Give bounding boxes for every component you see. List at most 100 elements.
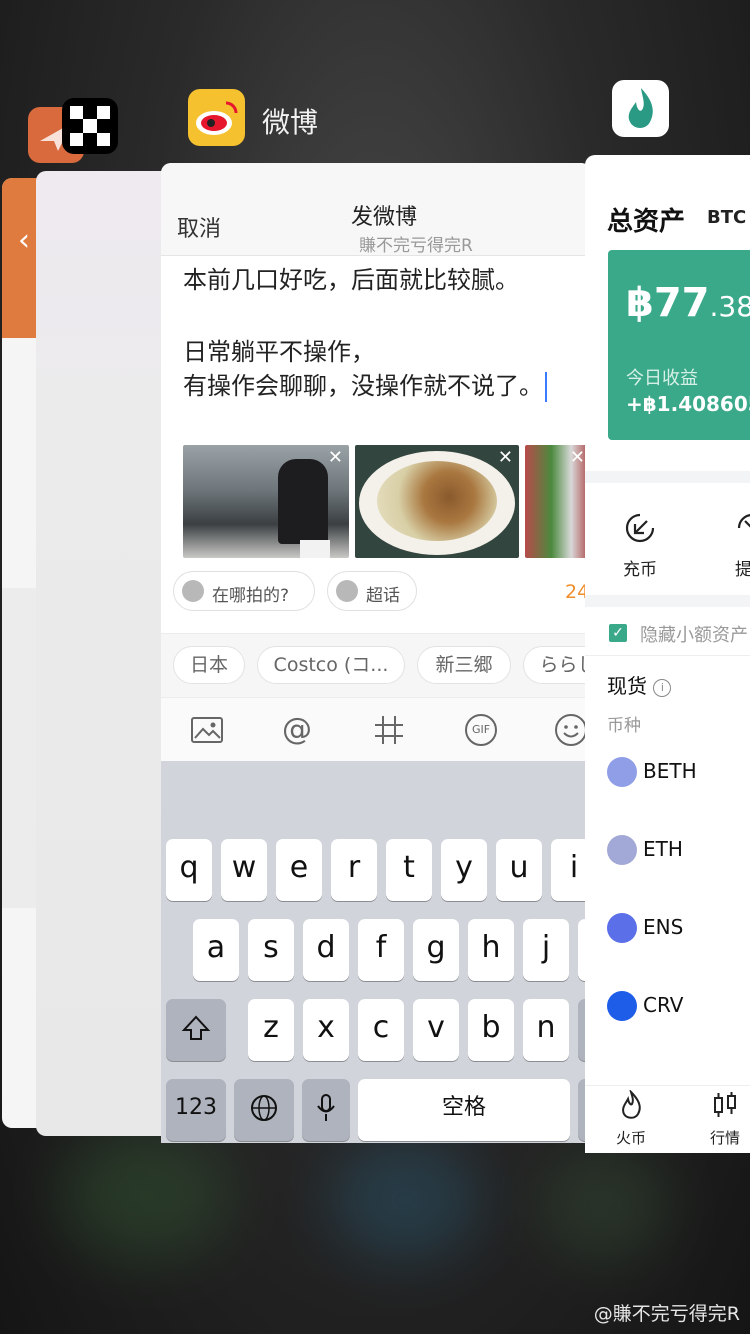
image-icon[interactable]: [189, 712, 225, 748]
app-icon-okx[interactable]: [62, 98, 118, 154]
app-icon-huobi[interactable]: [612, 80, 669, 137]
eth-icon: [607, 835, 637, 865]
photo-apron: [300, 540, 330, 558]
location-pill[interactable]: 在哪拍的?: [173, 571, 315, 611]
key-t[interactable]: t: [386, 839, 432, 901]
background-blur: [540, 1150, 670, 1260]
flame-icon: [601, 1088, 661, 1127]
balance-card: ฿77.389 今日收益 +฿1.4086055: [608, 250, 750, 440]
super-topic-label: 超话: [366, 586, 400, 606]
spot-section-title: 现货 i: [607, 670, 672, 699]
background-app-card-2[interactable]: [36, 171, 176, 1136]
hashtag-icon[interactable]: [371, 712, 407, 748]
key-f[interactable]: f: [358, 919, 404, 981]
globe-key[interactable]: [234, 1079, 294, 1141]
location-tag[interactable]: Costco (コ...: [257, 646, 405, 684]
crv-icon: [607, 991, 637, 1021]
nav-item-huobi[interactable]: 火币: [601, 1088, 661, 1148]
coin-row[interactable]: BETH: [607, 755, 750, 789]
coin-row[interactable]: ETH: [607, 833, 750, 867]
key-y[interactable]: y: [441, 839, 487, 901]
numbers-key[interactable]: 123: [166, 1079, 226, 1141]
nav-label: 火币: [615, 1129, 646, 1147]
balance-value: ฿77.389: [626, 280, 750, 326]
compose-line-last: 有操作会聊聊，没操作就不说了。: [183, 369, 583, 403]
key-q[interactable]: q: [166, 839, 212, 901]
text-cursor: [545, 372, 547, 402]
remove-photo-icon[interactable]: ✕: [498, 449, 513, 467]
withdraw-icon: [735, 511, 750, 549]
key-v[interactable]: v: [413, 999, 459, 1061]
coin-name: ENS: [643, 915, 684, 939]
hide-small-checkbox[interactable]: ✓: [609, 624, 627, 642]
emoji-icon[interactable]: [553, 712, 589, 748]
divider: [585, 655, 750, 656]
withdraw-button[interactable]: 提: [735, 555, 750, 580]
key-a[interactable]: a: [193, 919, 239, 981]
at-icon[interactable]: @: [279, 712, 315, 748]
nav-item-market[interactable]: 行情: [695, 1090, 750, 1148]
weibo-logo-icon: [196, 101, 238, 135]
compose-header: 取消 发微博 賺不完亏得完R: [161, 163, 591, 256]
key-b[interactable]: b: [468, 999, 514, 1061]
key-e[interactable]: e: [276, 839, 322, 901]
key-c[interactable]: c: [358, 999, 404, 1061]
huobi-app-card[interactable]: 总资产 BTC ฿77.389 今日收益 +฿1.4086055 充币 提 ✓ …: [585, 155, 750, 1153]
key-r[interactable]: r: [331, 839, 377, 901]
deposit-button[interactable]: 充币: [623, 555, 657, 580]
super-topic-pill[interactable]: 超话: [327, 571, 417, 611]
microphone-icon: [317, 1094, 335, 1121]
key-z[interactable]: z: [248, 999, 294, 1061]
key-d[interactable]: d: [303, 919, 349, 981]
today-profit-label: 今日收益: [626, 368, 698, 389]
cancel-button[interactable]: 取消: [177, 211, 221, 243]
info-icon[interactable]: i: [653, 678, 672, 697]
remove-photo-icon[interactable]: ✕: [328, 449, 343, 467]
key-u[interactable]: u: [496, 839, 542, 901]
remove-photo-icon[interactable]: ✕: [570, 449, 585, 467]
beth-icon: [607, 757, 637, 787]
weibo-app-card[interactable]: 取消 发微博 賺不完亏得完R 本前几口好吃，后面就比较腻。 日常躺平不操作， 有…: [161, 163, 591, 1143]
key-g[interactable]: g: [413, 919, 459, 981]
flame-logo-icon: [628, 88, 653, 128]
space-key[interactable]: 空格: [358, 1079, 570, 1141]
globe-icon: [251, 1095, 277, 1121]
background-blur: [330, 1140, 480, 1260]
gif-icon[interactable]: GIF: [463, 712, 499, 748]
app-icon-weibo[interactable]: [188, 89, 245, 146]
key-x[interactable]: x: [303, 999, 349, 1061]
today-profit-value: +฿1.4086055: [626, 392, 750, 416]
divider: [585, 471, 750, 483]
balance-decimal: .389: [709, 290, 750, 323]
coin-name: CRV: [643, 993, 684, 1017]
coin-name: ETH: [643, 837, 683, 861]
location-tag[interactable]: ららし: [523, 646, 591, 684]
balance-main: ฿77: [626, 280, 710, 326]
super-topic-icon: [336, 580, 358, 602]
key-s[interactable]: s: [248, 919, 294, 981]
divider: [585, 595, 750, 607]
watermark: @賺不完亏得完R: [593, 1303, 740, 1325]
photo-noodles: [377, 461, 497, 541]
location-tag[interactable]: 日本: [173, 646, 245, 684]
coin-row[interactable]: ENS: [607, 911, 750, 945]
deposit-icon: [623, 511, 657, 549]
photo-thumbnail-kitchen[interactable]: ✕: [183, 445, 349, 558]
photo-thumbnail-ramen[interactable]: ✕: [355, 445, 519, 558]
key-n[interactable]: n: [523, 999, 569, 1061]
coin-row[interactable]: CRV: [607, 989, 750, 1023]
key-j[interactable]: j: [523, 919, 569, 981]
key-w[interactable]: w: [221, 839, 267, 901]
location-tag[interactable]: 新三郷: [417, 646, 511, 684]
currency-selector[interactable]: BTC: [707, 207, 746, 228]
compose-line: 有操作会聊聊，没操作就不说了。: [183, 372, 543, 400]
compose-title: 发微博: [351, 205, 418, 230]
photo-figure: [278, 459, 328, 544]
photo-thumbnail-store[interactable]: ✕: [525, 445, 591, 558]
key-h[interactable]: h: [468, 919, 514, 981]
shift-icon: [181, 1015, 211, 1040]
shift-key[interactable]: [166, 999, 226, 1061]
location-tags-bar: 日本 Costco (コ... 新三郷 ららし: [161, 633, 591, 698]
microphone-key[interactable]: [302, 1079, 350, 1141]
coin-column-header: 币种: [607, 716, 641, 736]
